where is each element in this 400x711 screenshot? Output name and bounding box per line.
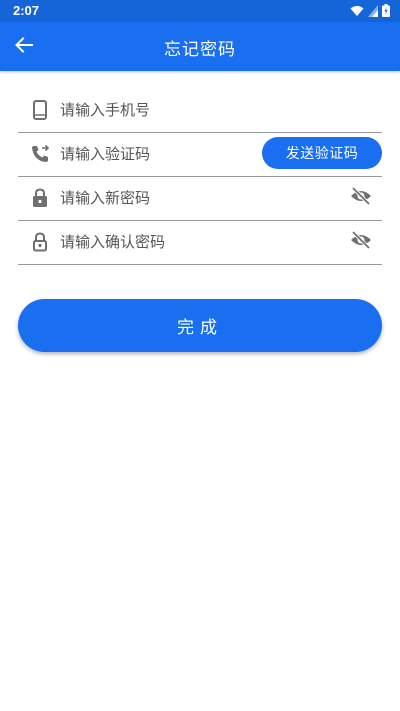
status-time: 2:07 (13, 3, 40, 18)
confirm-password-row (18, 221, 382, 265)
lock-outline-icon (30, 232, 50, 252)
smartphone-icon (30, 100, 50, 120)
status-icons (350, 2, 390, 21)
send-code-button[interactable]: 发送验证码 (262, 137, 382, 169)
phone-row (18, 89, 382, 133)
new-password-row (18, 177, 382, 221)
page-title: 忘记密码 (164, 40, 236, 60)
phone-input[interactable] (60, 98, 250, 122)
lock-icon (30, 188, 50, 208)
battery-icon (382, 2, 390, 21)
toggle-new-password-visibility[interactable] (350, 186, 372, 209)
app-bar: 忘记密码 (0, 22, 400, 71)
code-row: 发送验证码 (18, 133, 382, 177)
eye-off-icon (350, 230, 372, 253)
done-button[interactable]: 完成 (18, 299, 382, 352)
signal-icon (368, 2, 378, 21)
toggle-confirm-password-visibility[interactable] (350, 230, 372, 253)
eye-off-icon (350, 186, 372, 209)
phone-forward-icon (30, 144, 50, 164)
new-password-input[interactable] (60, 186, 250, 210)
verification-code-input[interactable] (60, 142, 250, 166)
confirm-password-input[interactable] (60, 230, 250, 254)
wifi-icon (350, 2, 364, 21)
forgot-password-form: 发送验证码 (18, 89, 382, 265)
status-bar: 2:07 (0, 0, 400, 22)
